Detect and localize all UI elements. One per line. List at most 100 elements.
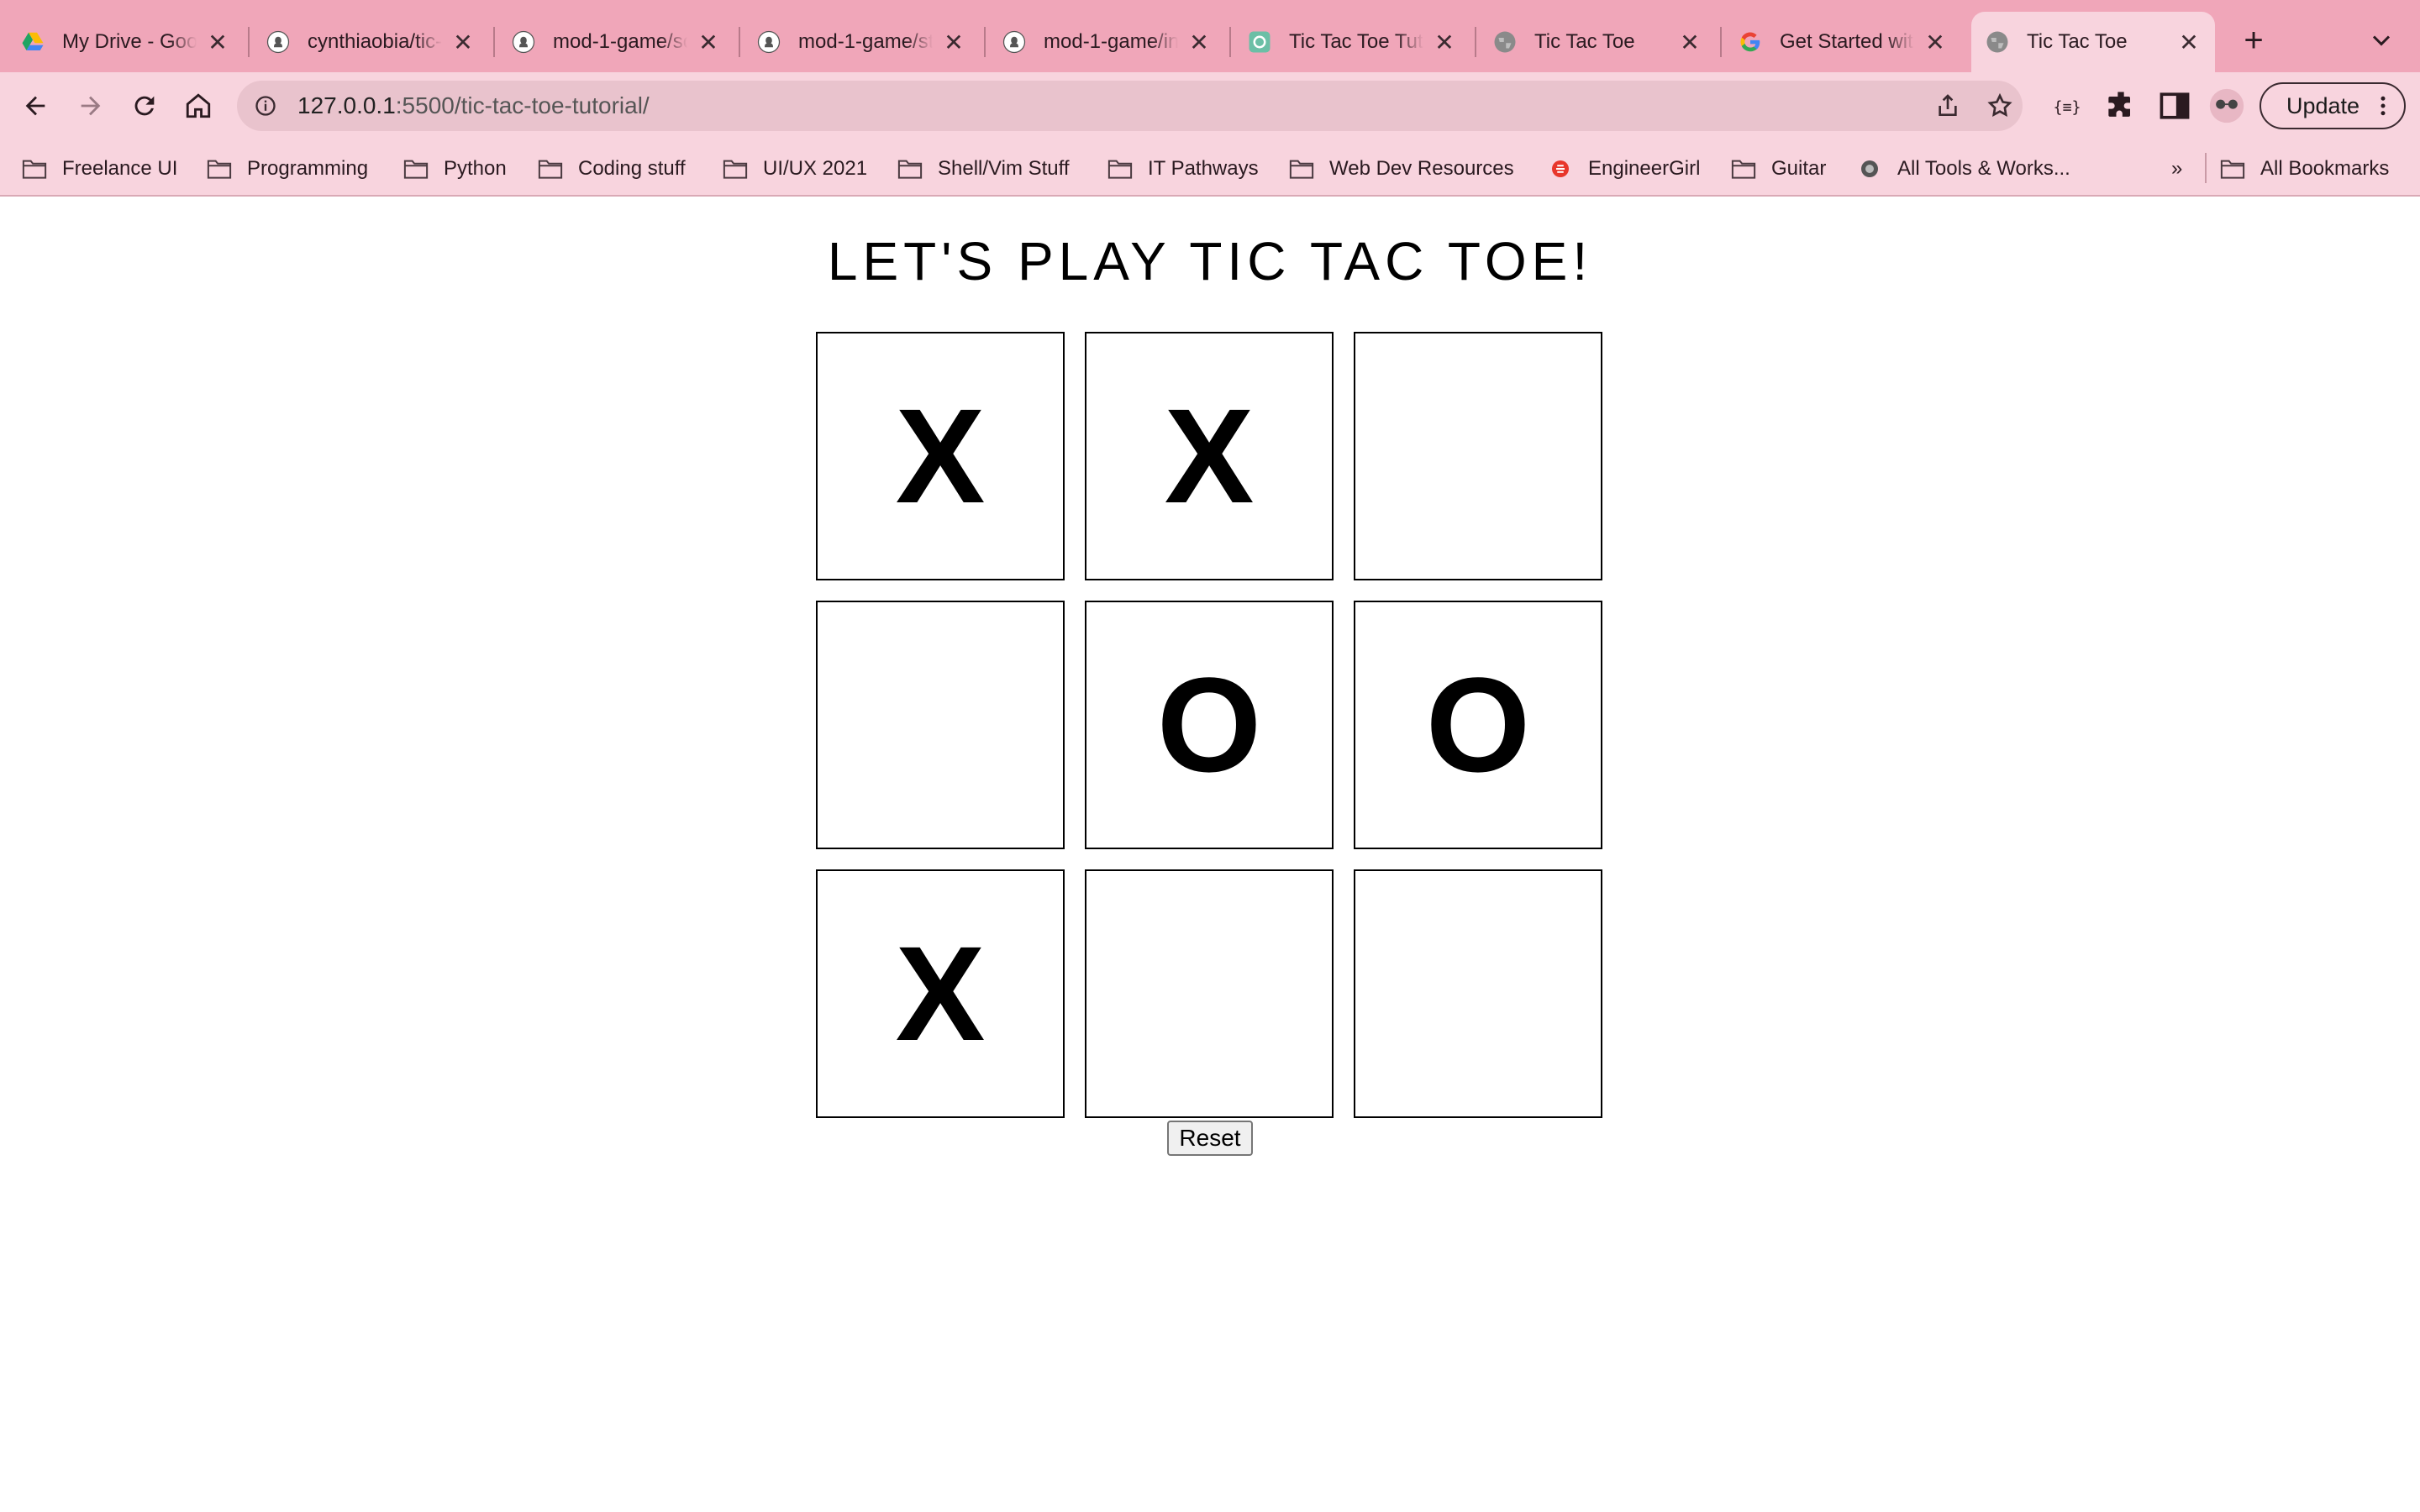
browser-tab[interactable]: mod-1-game/script ✕: [497, 12, 734, 72]
bookmark-label: Shell/Vim Stuff: [938, 157, 1070, 180]
tab-title: Tic Tac Toe: [2027, 30, 2128, 53]
tab-separator: [1229, 27, 1231, 57]
bookmark-item[interactable]: Coding stuff: [538, 155, 686, 183]
browser-tab[interactable]: Tic Tac Toe Tutorial ✕: [1234, 12, 1470, 72]
folder-icon: [1107, 158, 1133, 180]
close-icon[interactable]: ✕: [696, 29, 721, 56]
board-cell-2[interactable]: X: [1085, 332, 1334, 580]
close-icon[interactable]: ✕: [941, 29, 966, 56]
page-title: LET'S PLAY TIC TAC TOE!: [827, 231, 1593, 291]
google-icon: [1738, 29, 1763, 55]
all-bookmarks-button[interactable]: All Bookmarks: [2220, 155, 2389, 183]
github-icon: [511, 29, 536, 55]
board-cell-5[interactable]: O: [1085, 601, 1334, 849]
bookmark-label: IT Pathways: [1148, 157, 1259, 180]
bookmarks-bar: Freelance UI Programming Python Coding stuf…: [0, 139, 2420, 197]
update-label: Update: [2286, 92, 2360, 118]
bookmark-item[interactable]: IT Pathways: [1107, 155, 1259, 183]
bookmark-item[interactable]: Programming: [207, 155, 368, 183]
tab-title: Tic Tac Toe: [1534, 30, 1635, 53]
url-text[interactable]: 127.0.0.1:5500/tic-tac-toe-tutorial/: [297, 92, 650, 119]
close-icon[interactable]: ✕: [205, 29, 230, 56]
folder-icon: [897, 158, 923, 180]
bookmark-star-icon[interactable]: [1986, 92, 2013, 119]
board-cell-3[interactable]: [1354, 332, 1602, 580]
extensions-puzzle-icon[interactable]: [2102, 87, 2139, 124]
url-host: 127.0.0.1: [297, 92, 396, 118]
browser-tab[interactable]: Get Started with ✕: [1724, 12, 1961, 72]
folder-icon: [207, 158, 232, 180]
reset-button[interactable]: Reset: [1167, 1121, 1253, 1156]
bookmark-item[interactable]: Python: [403, 155, 507, 183]
browser-tab[interactable]: My Drive - Google Drive ✕: [7, 12, 244, 72]
reload-button[interactable]: [126, 87, 163, 124]
close-icon[interactable]: ✕: [1432, 29, 1457, 56]
bookmark-label: Freelance UI: [62, 157, 178, 180]
home-button[interactable]: [180, 87, 217, 124]
bookmark-item[interactable]: Shell/Vim Stuff: [897, 155, 1070, 183]
bookmark-item[interactable]: UI/UX 2021: [723, 155, 867, 183]
arrow-right-icon: [81, 96, 101, 116]
board-cell-7[interactable]: X: [816, 869, 1065, 1118]
page-content: LET'S PLAY TIC TAC TOE! XXOOX Reset: [0, 197, 2420, 1512]
bookmark-item[interactable]: Guitar: [1731, 155, 1826, 183]
close-icon[interactable]: ✕: [450, 29, 476, 56]
new-tab-button[interactable]: +: [2233, 20, 2274, 60]
kebab-menu-icon: [2381, 96, 2386, 116]
tab-title: Get Started with: [1780, 30, 1914, 53]
browser-tab[interactable]: cynthiaobia/tic-tac-toe ✕: [252, 12, 489, 72]
close-icon[interactable]: ✕: [1677, 29, 1702, 56]
board-cell-6[interactable]: O: [1354, 601, 1602, 849]
folder-icon: [2220, 158, 2245, 180]
all-bookmarks-label: All Bookmarks: [2260, 157, 2390, 180]
bookmark-label: Coding stuff: [578, 157, 686, 180]
close-icon[interactable]: ✕: [1186, 29, 1212, 56]
browser-tab[interactable]: mod-1-game/index ✕: [988, 12, 1225, 72]
bookmark-label: Web Dev Resources: [1329, 157, 1514, 180]
tab-strip: My Drive - Google Drive✕cynthiaobia/tic-…: [0, 0, 2420, 72]
svg-text:{≡}: {≡}: [2053, 98, 2081, 116]
arrow-left-icon: [25, 96, 45, 116]
bookmark-item[interactable]: Web Dev Resources: [1289, 155, 1514, 183]
close-icon[interactable]: ✕: [2176, 29, 2202, 56]
board-cell-8[interactable]: [1085, 869, 1334, 1118]
tab-separator: [1475, 27, 1476, 57]
reload-icon: [134, 96, 155, 116]
github-icon: [266, 29, 291, 55]
home-icon: [186, 93, 211, 118]
share-icon[interactable]: [1934, 92, 1961, 119]
back-button[interactable]: [17, 87, 54, 124]
board-cell-4[interactable]: [816, 601, 1065, 849]
globe-icon: [1985, 29, 2010, 55]
bookmark-item[interactable]: EngineerGirl: [1548, 155, 1700, 183]
browser-tab[interactable]: mod-1-game/style ✕: [743, 12, 980, 72]
forward-button[interactable]: [72, 87, 109, 124]
profile-avatar[interactable]: [2208, 87, 2245, 124]
board-cell-9[interactable]: [1354, 869, 1602, 1118]
tab-separator: [493, 27, 495, 57]
folder-icon: [22, 158, 47, 180]
chevron-down-icon: [2372, 35, 2391, 46]
info-icon[interactable]: [254, 94, 277, 118]
close-icon[interactable]: ✕: [1923, 29, 1948, 56]
address-bar[interactable]: 127.0.0.1:5500/tic-tac-toe-tutorial/: [237, 81, 2023, 131]
tab-separator: [984, 27, 986, 57]
bookmark-item[interactable]: Freelance UI: [22, 155, 177, 183]
browser-tab[interactable]: Tic Tac Toe ✕: [1971, 12, 2215, 72]
url-path: :5500/tic-tac-toe-tutorial/: [395, 92, 650, 118]
tab-separator: [1720, 27, 1722, 57]
bookmarks-divider: [2205, 153, 2207, 183]
json-viewer-extension-icon[interactable]: {≡}: [2049, 87, 2086, 124]
browser-chrome: My Drive - Google Drive✕cynthiaobia/tic-…: [0, 0, 2420, 197]
bookmarks-overflow-button[interactable]: »: [2171, 155, 2182, 183]
update-button[interactable]: Update: [2260, 82, 2406, 129]
bookmark-item[interactable]: All Tools & Works...: [1857, 155, 2070, 183]
browser-tab[interactable]: Tic Tac Toe ✕: [1479, 12, 1716, 72]
tab-search-button[interactable]: [2366, 25, 2396, 55]
tab-title: My Drive - Google Drive: [62, 30, 197, 53]
github-icon: [756, 29, 781, 55]
board-cell-1[interactable]: X: [816, 332, 1065, 580]
bookmark-label: EngineerGirl: [1588, 157, 1701, 180]
engineergirl-icon: [1548, 158, 1573, 180]
side-panel-icon[interactable]: [2156, 87, 2193, 124]
